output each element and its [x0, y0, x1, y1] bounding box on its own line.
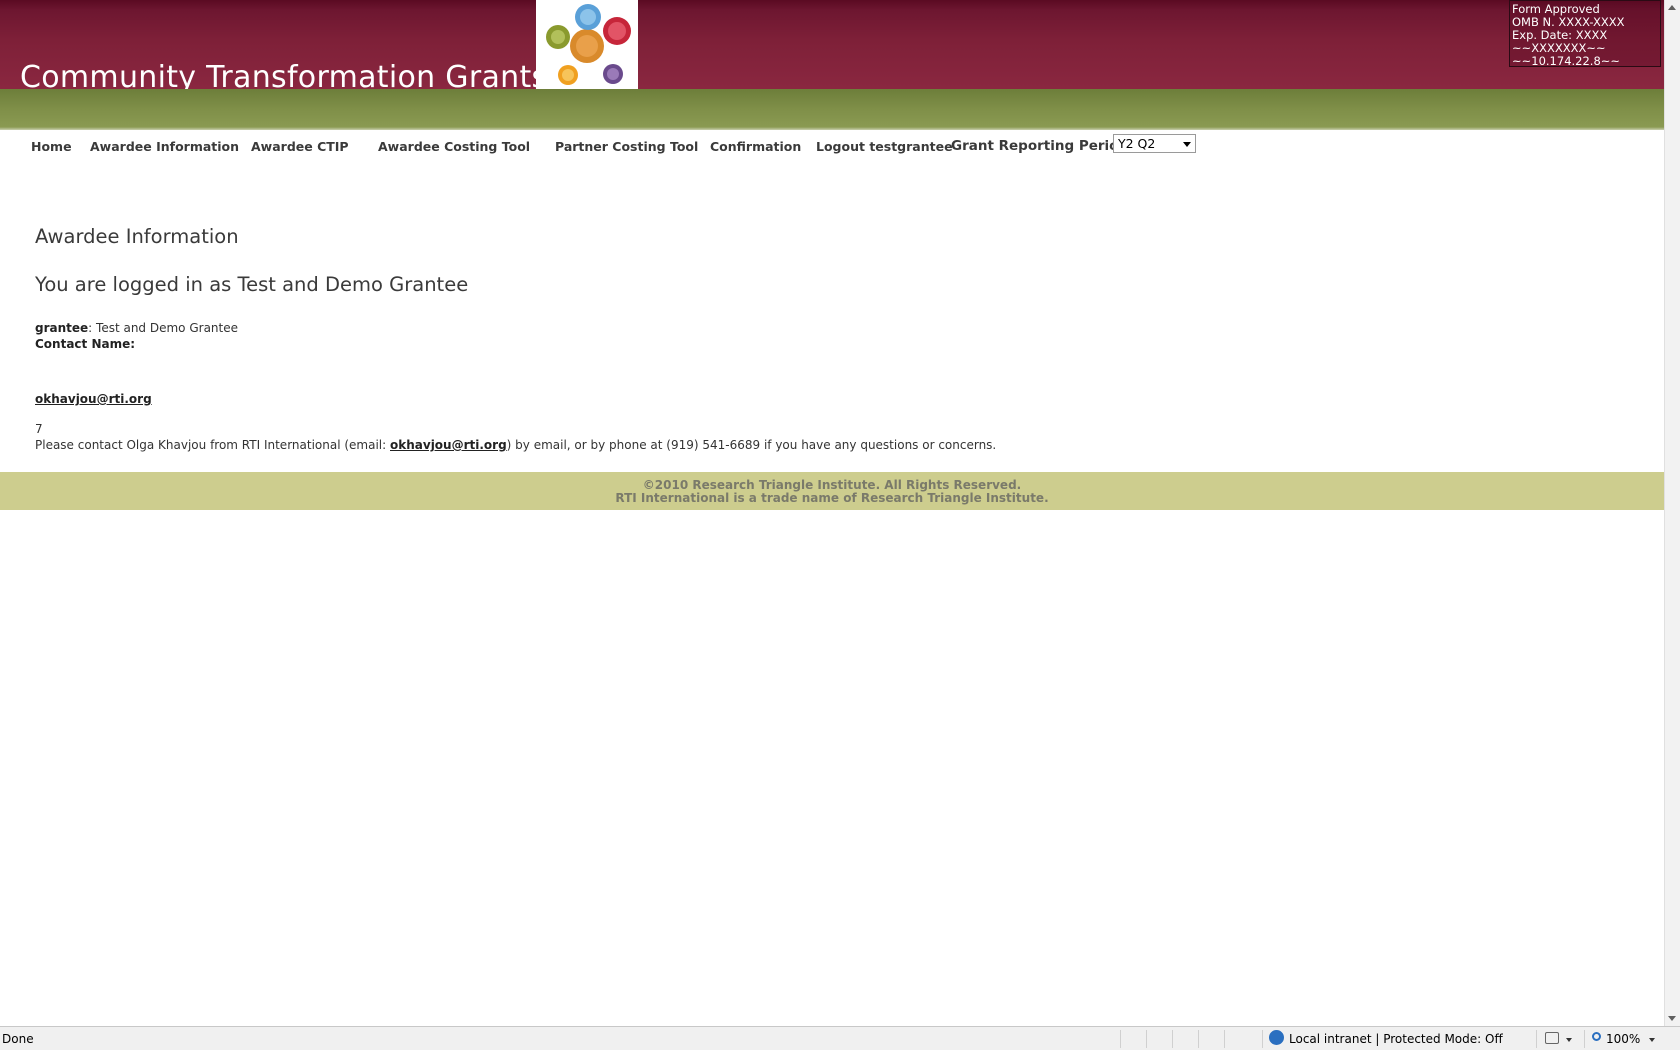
- footer-trade-name: RTI International is a trade name of Res…: [615, 491, 1049, 505]
- status-divider: [1536, 1030, 1537, 1048]
- status-divider: [1172, 1030, 1173, 1048]
- browser-status-bar: Done Local intranet | Protected Mode: Of…: [0, 1026, 1680, 1050]
- email-link[interactable]: okhavjou@rti.org: [35, 392, 152, 406]
- chevron-down-icon: [1183, 142, 1191, 147]
- contact-email-link[interactable]: okhavjou@rti.org: [390, 438, 507, 452]
- contact-prefix: Please contact Olga Khavjou from RTI Int…: [35, 438, 390, 452]
- main-nav: Home Awardee Information Awardee CTIP Aw…: [0, 131, 1664, 159]
- grantee-row: grantee: Test and Demo Grantee: [35, 321, 238, 335]
- contact-suffix: ) by email, or by phone at (919) 541-668…: [506, 438, 997, 452]
- nav-confirmation[interactable]: Confirmation: [710, 139, 801, 154]
- page-viewport: Community Transformation Grants Form App…: [0, 0, 1664, 1026]
- status-divider: [1198, 1030, 1199, 1048]
- grantee-value: : Test and Demo Grantee: [88, 321, 238, 335]
- status-text: Done: [2, 1032, 34, 1046]
- popup-blocker-icon[interactable]: [1545, 1032, 1559, 1044]
- scroll-down-icon[interactable]: [1668, 1016, 1676, 1021]
- logged-in-heading: You are logged in as Test and Demo Grant…: [35, 273, 469, 296]
- contact-name-row: Contact Name:: [35, 337, 135, 351]
- email-row: okhavjou@rti.org: [35, 392, 152, 406]
- contact-info-row: Please contact Olga Khavjou from RTI Int…: [35, 438, 996, 452]
- number-row: 7: [35, 422, 43, 436]
- nav-home[interactable]: Home: [31, 139, 72, 154]
- ctg-logo: [536, 0, 638, 89]
- security-zone-text[interactable]: Local intranet | Protected Mode: Off: [1289, 1032, 1503, 1046]
- omb-notice: Form Approved OMB N. XXXX-XXXX Exp. Date…: [1509, 0, 1661, 68]
- status-divider: [1120, 1030, 1121, 1048]
- zoom-level[interactable]: 100%: [1606, 1032, 1640, 1046]
- nav-awardee-ctip[interactable]: Awardee CTIP: [251, 139, 349, 154]
- nav-logout[interactable]: Logout testgrantee: [816, 139, 953, 154]
- omb-line: ~~10.174.22.8~~: [1512, 54, 1621, 68]
- nav-partner-costing-tool[interactable]: Partner Costing Tool: [555, 139, 698, 154]
- grant-period-select[interactable]: Y2 Q2: [1113, 134, 1196, 153]
- scroll-up-icon[interactable]: [1668, 5, 1676, 10]
- nav-awardee-costing-tool[interactable]: Awardee Costing Tool: [378, 139, 530, 154]
- page-title: Awardee Information: [35, 225, 239, 248]
- nav-awardee-information[interactable]: Awardee Information: [90, 139, 239, 154]
- header-green-band: [0, 89, 1664, 130]
- status-divider: [1146, 1030, 1147, 1048]
- ctg-gears-logo-icon: [546, 4, 631, 85]
- contact-name-label: Contact Name:: [35, 337, 136, 351]
- chevron-down-icon[interactable]: [1566, 1038, 1572, 1042]
- status-divider: [1584, 1030, 1585, 1048]
- grantee-label: grantee: [35, 321, 89, 335]
- globe-icon: [1269, 1030, 1284, 1045]
- vertical-scrollbar[interactable]: [1664, 0, 1680, 1026]
- status-divider: [1224, 1030, 1225, 1048]
- grant-period-label: Grant Reporting Period:: [951, 138, 1134, 154]
- chevron-down-icon[interactable]: [1649, 1038, 1655, 1042]
- site-footer: ©2010 Research Triangle Institute. All R…: [0, 472, 1664, 510]
- site-header: Community Transformation Grants Form App…: [0, 0, 1664, 95]
- grant-period-value: Y2 Q2: [1118, 136, 1156, 151]
- zoom-icon: [1592, 1032, 1601, 1041]
- status-divider: [1262, 1030, 1263, 1048]
